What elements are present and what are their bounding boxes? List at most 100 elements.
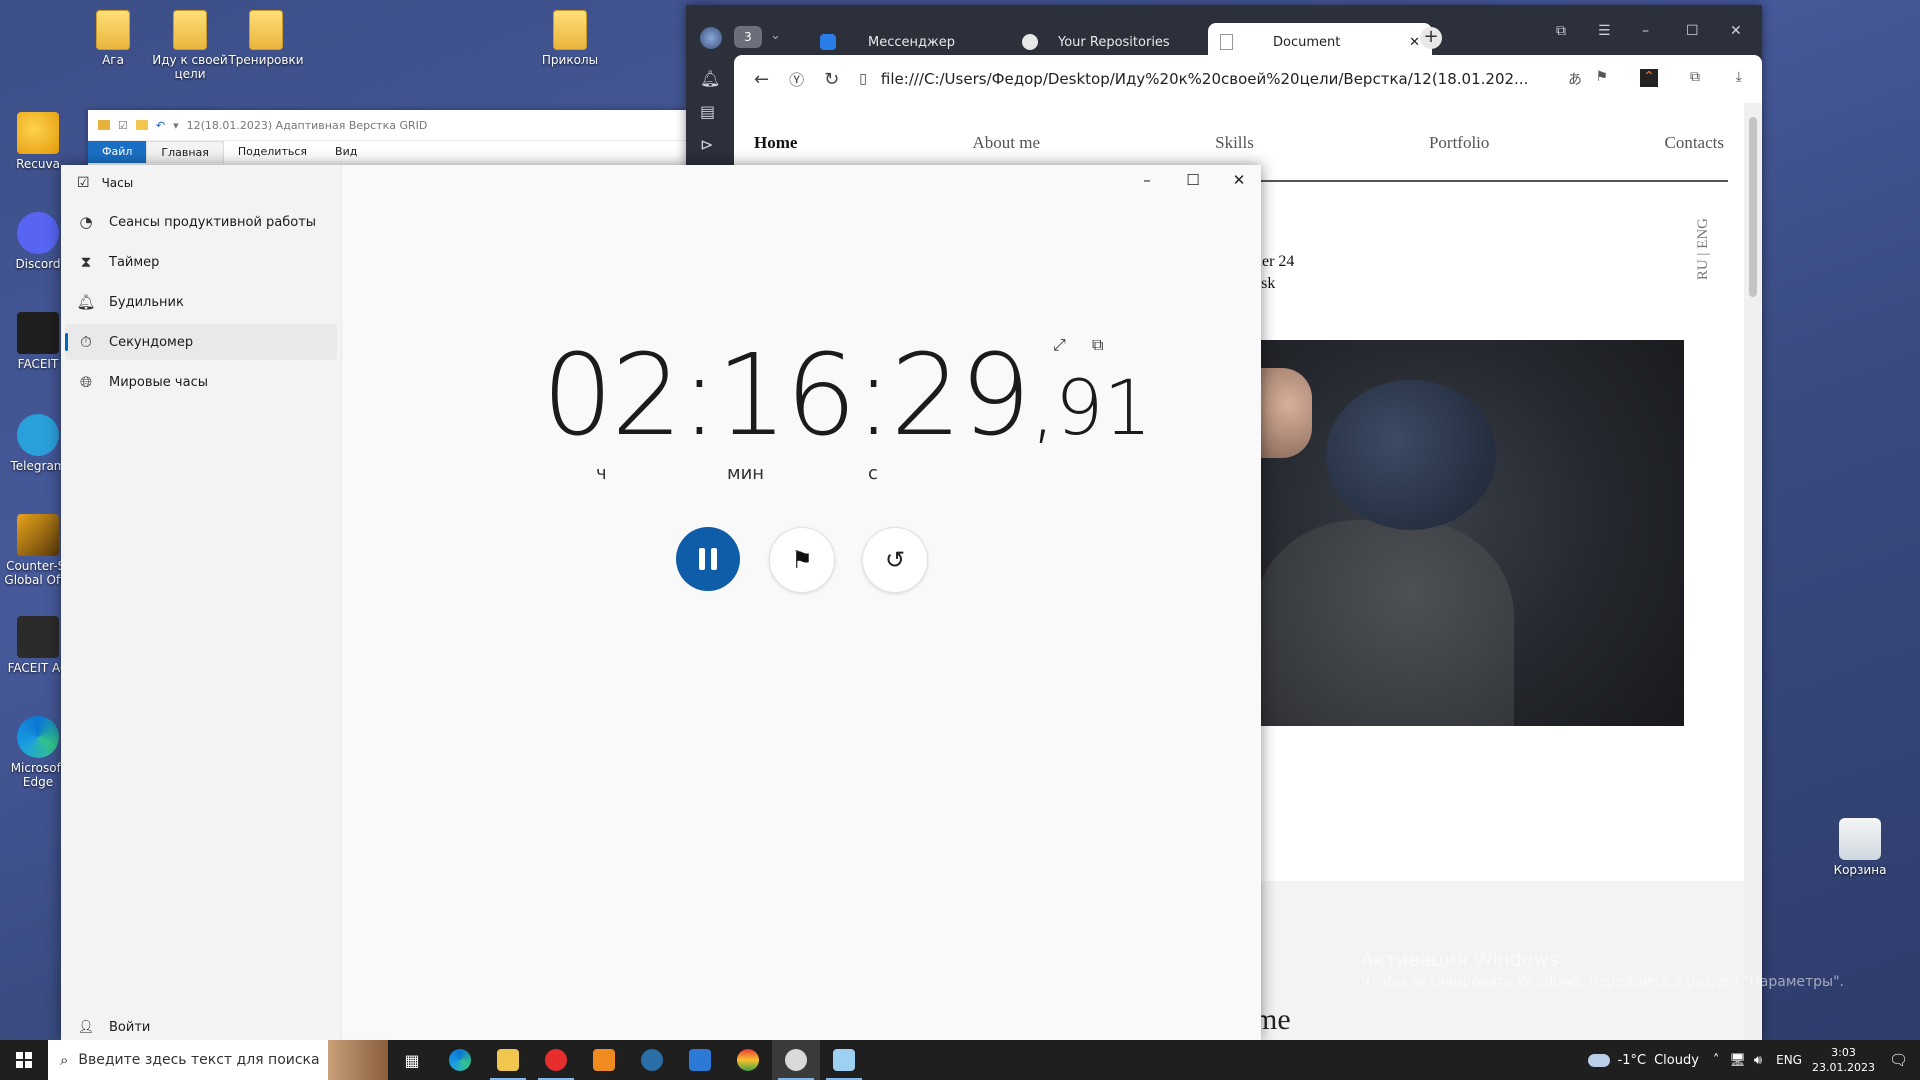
focus-session-icon: ◔ bbox=[79, 213, 93, 231]
volume-icon[interactable]: 🔊︎ bbox=[1754, 1053, 1762, 1068]
file-icon: ▯ bbox=[859, 71, 867, 87]
lap-button[interactable]: ⚑ bbox=[769, 527, 835, 593]
maximize-button[interactable]: ☐ bbox=[1686, 23, 1699, 39]
bookmark-icon[interactable]: ⚑ bbox=[1595, 69, 1608, 85]
nav-portfolio[interactable]: Portfolio bbox=[1429, 133, 1489, 153]
windows-icon bbox=[16, 1052, 32, 1068]
folder-icon bbox=[173, 10, 207, 50]
folder-icon bbox=[249, 10, 283, 50]
desktop-icon-recycle-bin[interactable]: Корзина bbox=[1822, 818, 1898, 877]
minimize-button[interactable]: – bbox=[1124, 171, 1170, 189]
minimize-button[interactable]: – bbox=[1642, 23, 1649, 39]
ribbon-tab-file[interactable]: Файл bbox=[88, 141, 147, 163]
start-button[interactable] bbox=[0, 1040, 48, 1080]
desktop-folder-trainings[interactable]: Тренировки bbox=[228, 10, 304, 67]
scrollbar-thumb[interactable] bbox=[1749, 117, 1757, 297]
taskbar-notepad[interactable] bbox=[820, 1040, 868, 1080]
ribbon-tab-view[interactable]: Вид bbox=[321, 141, 371, 163]
chevron-up-icon[interactable]: ˄ bbox=[1713, 1053, 1720, 1068]
taskbar-colorful-app[interactable] bbox=[724, 1040, 772, 1080]
nav-skills[interactable]: Skills bbox=[1215, 133, 1254, 153]
app-icon bbox=[737, 1049, 759, 1071]
notepad-icon bbox=[833, 1049, 855, 1071]
taskbar-sublime[interactable] bbox=[580, 1040, 628, 1080]
messenger-icon bbox=[820, 34, 836, 50]
page-scrollbar[interactable] bbox=[1744, 103, 1762, 1040]
taskbar-shield[interactable] bbox=[676, 1040, 724, 1080]
language-switch[interactable]: RU | ENG bbox=[1695, 218, 1712, 280]
close-tab-icon[interactable]: ✕ bbox=[1409, 35, 1420, 50]
faceit-icon bbox=[17, 312, 59, 354]
task-view-button[interactable]: ▦ bbox=[388, 1040, 436, 1080]
new-folder-icon[interactable] bbox=[135, 120, 148, 130]
chevron-down-icon[interactable]: ⌄ bbox=[770, 28, 781, 43]
nav-world-clock[interactable]: 🌐︎ Мировые часы bbox=[65, 364, 337, 400]
bell-icon[interactable]: 🔔︎ bbox=[700, 69, 734, 88]
elapsed-time: 02:16:29 bbox=[542, 331, 1031, 461]
ribbon-tab-home[interactable]: Главная bbox=[146, 141, 224, 163]
taskbar-clock[interactable] bbox=[772, 1040, 820, 1080]
network-icon[interactable]: 🖥︎ bbox=[1729, 1053, 1746, 1068]
pause-button[interactable] bbox=[676, 527, 740, 591]
search-highlight-image bbox=[328, 1040, 388, 1080]
desktop-folder-aga[interactable]: Ага bbox=[75, 10, 151, 67]
download-icon[interactable]: ⤓ bbox=[1736, 69, 1742, 85]
language-indicator[interactable]: ENG bbox=[1776, 1053, 1802, 1067]
collections-icon[interactable]: ⧉ bbox=[1690, 69, 1700, 85]
collections-icon[interactable]: ⧉ bbox=[1556, 23, 1566, 39]
unit-hours: ч bbox=[596, 463, 607, 484]
close-button[interactable]: ✕ bbox=[1730, 23, 1742, 39]
nav-contacts[interactable]: Contacts bbox=[1664, 133, 1724, 153]
sublime-icon bbox=[593, 1049, 615, 1071]
desktop-folder-goal[interactable]: Иду к своей цели bbox=[152, 10, 228, 81]
taskbar-edge[interactable] bbox=[436, 1040, 484, 1080]
tab-count-badge[interactable]: 3 bbox=[734, 26, 762, 48]
clock-app-window[interactable]: ☑ Часы ◔ Сеансы продуктивной работы ⧗ Та… bbox=[61, 165, 1261, 1040]
ribbon-tab-share[interactable]: Поделиться bbox=[224, 141, 321, 163]
taskbar-clock-display[interactable]: 3:03 23.01.2023 bbox=[1812, 1045, 1875, 1075]
maximize-button[interactable]: ☐ bbox=[1170, 171, 1216, 189]
reset-icon: ↺ bbox=[884, 546, 906, 574]
taskbar-steam[interactable] bbox=[628, 1040, 676, 1080]
nav-focus-sessions[interactable]: ◔ Сеансы продуктивной работы bbox=[65, 204, 337, 240]
collections-sidebar-icon[interactable]: ▤ bbox=[700, 102, 734, 121]
play-icon[interactable]: ⊳ bbox=[700, 135, 734, 154]
close-button[interactable]: ✕ bbox=[1216, 171, 1262, 189]
properties-icon[interactable]: ☑ bbox=[118, 119, 128, 132]
new-tab-button[interactable]: + bbox=[1420, 27, 1442, 49]
cloud-icon bbox=[1587, 1053, 1610, 1067]
desktop-folder-jokes[interactable]: Приколы bbox=[532, 10, 608, 67]
dropdown-icon[interactable]: ▾ bbox=[173, 119, 179, 132]
folder-icon bbox=[96, 10, 130, 50]
undo-icon[interactable]: ↶ bbox=[156, 119, 165, 132]
taskbar-search[interactable]: ⌕ Введите здесь текст для поиска bbox=[48, 1040, 388, 1080]
edge-icon bbox=[449, 1049, 471, 1071]
nav-home[interactable]: Home bbox=[754, 133, 797, 153]
csgo-icon bbox=[17, 514, 59, 556]
url-field[interactable]: file:///C:/Users/Федор/Desktop/Иду%20к%2… bbox=[881, 70, 1528, 88]
taskbar-yandex-browser[interactable] bbox=[532, 1040, 580, 1080]
reset-button[interactable]: ↺ bbox=[862, 527, 928, 593]
flag-icon: ⚑ bbox=[791, 546, 813, 574]
weather-widget[interactable]: -1°C Cloudy bbox=[1587, 1053, 1699, 1068]
recycle-bin-icon bbox=[1839, 818, 1881, 860]
explorer-title: 12(18.01.2023) Адаптивная Верстка GRID bbox=[186, 118, 428, 132]
folder-icon bbox=[553, 10, 587, 50]
extension-icon[interactable]: ⌃ bbox=[1640, 69, 1658, 87]
notification-icon[interactable]: 🗨︎ bbox=[1889, 1051, 1908, 1069]
nav-timer[interactable]: ⧗ Таймер bbox=[65, 244, 337, 280]
app-title: ☑ Часы bbox=[77, 175, 134, 191]
desktop-icon-recuva[interactable]: Recuva bbox=[0, 112, 76, 171]
taskbar-explorer[interactable] bbox=[484, 1040, 532, 1080]
profile-avatar[interactable] bbox=[700, 27, 722, 49]
nav-alarm[interactable]: 🔔︎ Будильник bbox=[65, 284, 337, 320]
menu-icon[interactable]: ☰ bbox=[1598, 23, 1611, 39]
translate-icon[interactable]: あ bbox=[1568, 69, 1582, 89]
back-icon[interactable]: ← bbox=[754, 69, 769, 90]
telegram-icon bbox=[17, 414, 59, 456]
nav-stopwatch[interactable]: ⏱︎ Секундомер bbox=[65, 324, 337, 360]
yandex-icon[interactable]: Ⓨ bbox=[789, 69, 804, 90]
nav-about[interactable]: About me bbox=[973, 133, 1041, 153]
reload-icon[interactable]: ↻ bbox=[824, 69, 839, 90]
stopwatch-view: – ☐ ✕ ⤢ ⧉ 02:16:29 ,91 ч мин с ⚑ ↺ bbox=[342, 165, 1261, 1040]
